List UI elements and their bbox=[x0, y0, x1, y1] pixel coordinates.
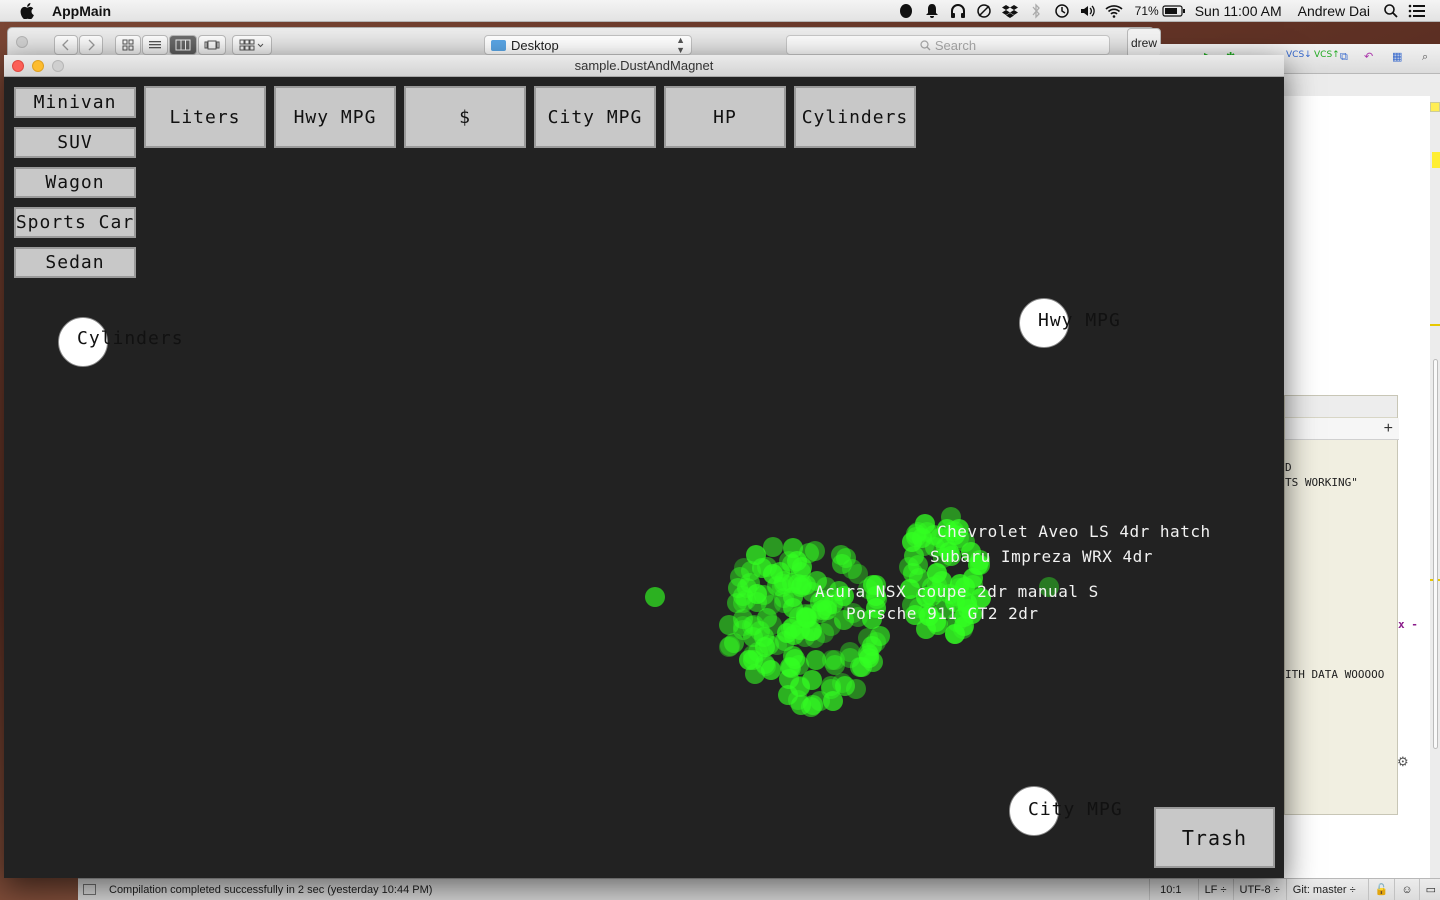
evernote-icon[interactable] bbox=[893, 0, 919, 22]
vcs-update-icon[interactable]: VCS↓ bbox=[1286, 50, 1312, 60]
trash-button[interactable]: Trash bbox=[1154, 807, 1275, 868]
ide-code-line: TS WORKING" bbox=[1285, 476, 1358, 489]
warning-marker bbox=[1430, 324, 1440, 326]
magnet-label-city-mpg: City MPG bbox=[1028, 799, 1123, 820]
dust-label: Subaru Impreza WRX 4dr bbox=[930, 547, 1153, 566]
dust-particle[interactable] bbox=[846, 679, 866, 699]
scrollbar[interactable] bbox=[1433, 359, 1438, 749]
dust-label: Porsche 911 GT2 2dr bbox=[846, 604, 1039, 623]
dust-particle[interactable] bbox=[762, 537, 783, 557]
folder-icon bbox=[491, 39, 506, 51]
dust-particle[interactable] bbox=[836, 547, 857, 568]
sketch-window: sample.DustAndMagnet Minivan SUV Wagon S… bbox=[4, 55, 1284, 878]
window-titlebar[interactable]: sample.DustAndMagnet bbox=[4, 55, 1284, 77]
magnet-label-hwy-mpg: Hwy MPG bbox=[1038, 310, 1121, 331]
inspector-icon[interactable]: ☺ bbox=[1394, 879, 1418, 900]
ide-panel-header bbox=[1285, 396, 1397, 418]
arrange-button[interactable] bbox=[232, 35, 272, 55]
line-ending-select[interactable]: LF ÷ bbox=[1197, 879, 1233, 900]
wifi-icon[interactable] bbox=[1101, 0, 1127, 22]
message-icon[interactable]: ▭ bbox=[1418, 879, 1440, 900]
column-view-button[interactable] bbox=[169, 35, 197, 55]
list-view-button[interactable] bbox=[142, 35, 168, 55]
battery-percentage: 71% bbox=[1134, 4, 1159, 18]
dust-particle[interactable] bbox=[859, 647, 880, 668]
vcs-branch-select[interactable]: Git: master ÷ bbox=[1285, 879, 1368, 900]
ide-status-bar: Compilation completed successfully in 2 … bbox=[78, 878, 1440, 900]
vcs-commit-icon[interactable]: VCS↑ bbox=[1314, 50, 1340, 60]
spotlight-icon[interactable] bbox=[1378, 0, 1404, 22]
dust-particle[interactable] bbox=[790, 675, 811, 696]
finder-close-button[interactable] bbox=[16, 36, 28, 48]
bluetooth-icon[interactable] bbox=[1023, 0, 1049, 22]
notification-center-icon[interactable] bbox=[1404, 0, 1430, 22]
dust-particle[interactable] bbox=[822, 649, 843, 670]
dust-particle[interactable] bbox=[737, 577, 758, 598]
dust-particle[interactable] bbox=[839, 647, 860, 668]
dust-particle[interactable] bbox=[745, 664, 766, 685]
dust-label: Chevrolet Aveo LS 4dr hatch bbox=[937, 522, 1211, 541]
finder-path-label: Desktop bbox=[511, 37, 559, 53]
icon-view-button[interactable] bbox=[115, 35, 141, 55]
finder-search-placeholder: Search bbox=[934, 37, 977, 53]
dropbox-icon[interactable] bbox=[997, 0, 1023, 22]
warning-marker bbox=[1432, 152, 1440, 168]
ide-panel-tabbar: + bbox=[1285, 418, 1399, 440]
vcs-compare-icon[interactable]: ⧉ bbox=[1340, 50, 1348, 64]
sync-icon[interactable] bbox=[971, 0, 997, 22]
finder-path-popup[interactable]: Desktop ▲ ▼ bbox=[484, 35, 692, 55]
cover-flow-button[interactable] bbox=[198, 35, 226, 55]
lock-icon[interactable]: 🔓 bbox=[1367, 879, 1395, 900]
finder-forward-button[interactable] bbox=[79, 35, 103, 55]
notification-icon[interactable] bbox=[919, 0, 945, 22]
finder-back-button[interactable] bbox=[54, 35, 78, 55]
menubar-clock[interactable]: Sun 11:00 AM bbox=[1187, 3, 1290, 19]
structure-icon[interactable]: ▦ bbox=[1392, 50, 1402, 63]
dust-particle[interactable] bbox=[645, 587, 665, 607]
ide-code-line: x - bbox=[1398, 618, 1418, 631]
caret-position[interactable]: 10:1 bbox=[1149, 879, 1197, 900]
dust-particle[interactable] bbox=[908, 521, 929, 542]
chevron-updown-icon: ▲ ▼ bbox=[676, 35, 685, 55]
ide-code-line: D bbox=[1285, 461, 1292, 474]
event-log-icon[interactable] bbox=[83, 884, 96, 895]
battery-icon[interactable] bbox=[1161, 0, 1187, 22]
finder-search-input[interactable]: Search bbox=[786, 35, 1110, 55]
ide-tool-panel: + ⚙ bbox=[1284, 395, 1409, 815]
revert-icon[interactable]: ↶ bbox=[1364, 50, 1373, 63]
time-machine-icon[interactable] bbox=[1049, 0, 1075, 22]
dust-particle[interactable] bbox=[801, 697, 821, 717]
finder-tab-edge[interactable]: drew bbox=[1127, 28, 1161, 58]
finder-tab-edge-label: drew bbox=[1130, 36, 1157, 50]
dust-layer bbox=[4, 77, 1284, 878]
status-message[interactable]: Compilation completed successfully in 2 … bbox=[109, 884, 432, 896]
menubar-user[interactable]: Andrew Dai bbox=[1290, 3, 1378, 19]
dust-particle[interactable] bbox=[733, 558, 754, 579]
search-icon bbox=[920, 39, 931, 50]
ide-code-line: ITH DATA WOOOOO bbox=[1285, 668, 1385, 681]
sketch-canvas[interactable]: Minivan SUV Wagon Sports Car Sedan Liter… bbox=[4, 77, 1284, 878]
search-icon[interactable]: ⌕ bbox=[1422, 50, 1428, 64]
app-menu-name[interactable]: AppMain bbox=[52, 3, 111, 19]
dust-label: Acura NSX coupe 2dr manual S bbox=[815, 582, 1099, 601]
dust-particle[interactable] bbox=[719, 636, 740, 657]
menu-bar: AppMain 71% Sun 11:00 AM Andrew Dai bbox=[0, 0, 1440, 22]
magnet-label-cylinders: Cylinders bbox=[77, 328, 184, 349]
apple-icon[interactable] bbox=[20, 2, 34, 19]
headphones-icon[interactable] bbox=[945, 0, 971, 22]
dust-particle[interactable] bbox=[821, 679, 841, 699]
settings-icon[interactable]: ⚙ bbox=[1397, 754, 1409, 770]
warning-marker bbox=[1430, 102, 1440, 112]
add-icon[interactable]: + bbox=[1384, 420, 1393, 438]
encoding-select[interactable]: UTF-8 ÷ bbox=[1232, 879, 1286, 900]
window-title: sample.DustAndMagnet bbox=[574, 58, 714, 73]
volume-icon[interactable] bbox=[1075, 0, 1101, 22]
